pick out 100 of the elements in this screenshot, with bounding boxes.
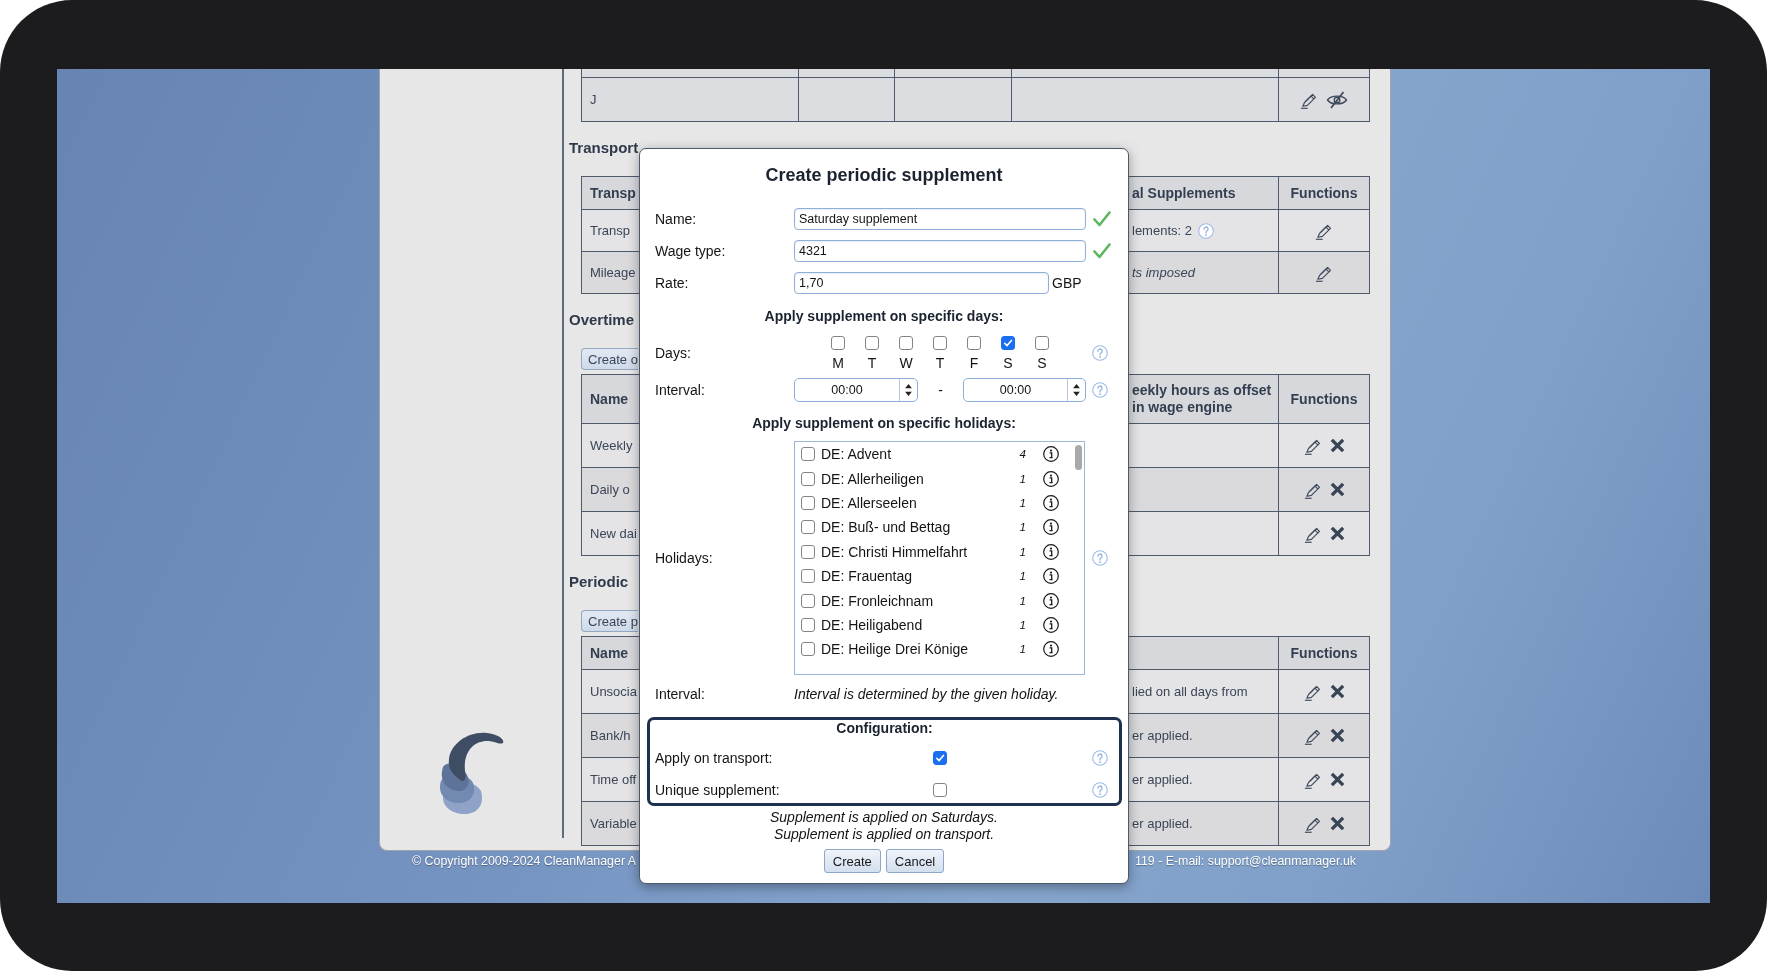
create-button[interactable]: Create o (581, 348, 638, 370)
field-label: Days: (655, 345, 692, 361)
holiday-name[interactable]: DE: Fronleichnam (821, 592, 934, 609)
input-field[interactable]: 1,70 (794, 272, 1049, 294)
field-label: Holidays: (655, 550, 714, 566)
day-label: W (899, 355, 913, 371)
info-icon[interactable] (1043, 616, 1059, 633)
info-icon[interactable] (1043, 446, 1059, 463)
dialog-title: Create periodic supplement (765, 164, 1003, 186)
option-label: Unique supplement: (655, 782, 781, 798)
checkbox[interactable] (865, 336, 879, 350)
checkbox[interactable] (1035, 336, 1049, 350)
delete-icon[interactable] (1329, 728, 1345, 743)
holiday-name[interactable]: DE: Allerheiligen (821, 470, 924, 487)
holiday-count: 1 (1019, 643, 1026, 656)
info-icon[interactable] (1043, 519, 1059, 536)
summary-text: Supplement is applied on transport. (773, 826, 995, 843)
unit-label: GBP (1052, 275, 1082, 291)
checkbox[interactable] (801, 495, 815, 510)
holiday-count: 1 (1019, 570, 1026, 583)
table-cell: er applied. (1129, 714, 1278, 757)
delete-icon[interactable] (1329, 526, 1345, 541)
section-heading: Overtime (569, 310, 635, 330)
holiday-name[interactable]: DE: Christi Himmelfahrt (821, 543, 968, 560)
eye-slash-icon[interactable] (1326, 90, 1348, 109)
holiday-count: 1 (1019, 618, 1026, 631)
input-field[interactable]: Saturday supplement (794, 208, 1086, 230)
info-icon[interactable] (1043, 568, 1059, 585)
checkbox[interactable] (801, 544, 815, 559)
field-label: Rate: (655, 275, 690, 291)
delete-icon[interactable] (1329, 684, 1345, 699)
holiday-name[interactable]: DE: Heiligabend (821, 616, 923, 633)
scrollbar[interactable] (1074, 445, 1082, 470)
holiday-name[interactable]: DE: Advent (821, 446, 892, 463)
time-field[interactable]: 00:00 (794, 378, 918, 402)
checkbox[interactable] (801, 471, 815, 486)
holiday-count: 1 (1019, 496, 1026, 509)
day-label: S (1003, 355, 1013, 371)
delete-icon[interactable] (1329, 482, 1345, 497)
range-separator: - (938, 382, 943, 398)
day-label: S (1037, 355, 1047, 371)
section-heading: Periodic (569, 572, 629, 592)
cell-text: lements: 2 (1132, 223, 1192, 238)
holiday-count: 1 (1019, 521, 1026, 534)
checkbox[interactable] (899, 336, 913, 350)
table-cell: er applied. (1129, 802, 1278, 845)
section-heading: Apply supplement on specific days: (764, 307, 1004, 326)
checkbox[interactable] (831, 336, 845, 350)
field-label: Interval: (655, 382, 706, 398)
stepper-icon[interactable] (904, 382, 913, 398)
time-field[interactable]: 00:00 (963, 378, 1086, 402)
checkbox[interactable] (801, 447, 815, 462)
table-cell: Mileage (582, 252, 639, 293)
holiday-name[interactable]: DE: Heilige Drei Könige (821, 641, 969, 658)
table-cell: Bank/h (582, 714, 639, 757)
checkbox[interactable] (933, 336, 947, 350)
holiday-name[interactable]: DE: Buß- und Bettag (821, 519, 951, 536)
table-cell: ts imposed (1129, 252, 1278, 293)
info-icon[interactable] (1043, 543, 1059, 560)
column-header: Functions (1278, 177, 1369, 209)
day-label: T (867, 355, 877, 371)
dialog-button[interactable]: Cancel (885, 849, 945, 873)
delete-icon[interactable] (1329, 438, 1345, 453)
column-header: eekly hours as offset in wage engine (1129, 375, 1278, 423)
holiday-list[interactable]: DE: Advent 4 DE: Allerheiligen 1 DE: Allerseelen 1 DE: Buß- und Bettag 1 DE: Christi Himmelfahrt 1 DE: Frauentag 1 DE: Fronleichnam 1 DE: Heiligabend 1 DE: Heilige Drei Könige 1 (794, 441, 1085, 675)
checkbox[interactable] (801, 569, 815, 584)
contact-text: 119 - E-mail: support@cleanmanager.uk (1134, 853, 1356, 870)
create-button[interactable]: Create p (581, 610, 638, 632)
holiday-count: 1 (1019, 472, 1026, 485)
table-cell: Variable (582, 802, 639, 845)
column-header: Functions (1278, 375, 1369, 423)
dialog-button[interactable]: Create (823, 849, 881, 873)
info-icon[interactable] (1043, 470, 1059, 487)
checkbox[interactable] (801, 642, 815, 657)
day-label: M (832, 355, 844, 371)
holiday-count: 4 (1019, 448, 1026, 461)
holiday-name[interactable]: DE: Frauentag (821, 568, 913, 585)
info-icon[interactable] (1043, 494, 1059, 511)
section-heading: Apply supplement on specific holidays: (752, 414, 1016, 433)
holiday-count: 1 (1019, 594, 1026, 607)
info-icon[interactable] (1043, 641, 1059, 658)
summary-text: Supplement is applied on Saturdays. (769, 809, 998, 826)
checkbox[interactable] (967, 336, 981, 350)
column-header: Name (582, 375, 639, 423)
column-header: Transp (582, 177, 639, 209)
checkbox[interactable] (933, 751, 947, 765)
column-header: Name (582, 637, 639, 669)
checkbox[interactable] (933, 783, 947, 797)
day-label: F (969, 355, 979, 371)
input-field[interactable]: 4321 (794, 240, 1086, 262)
delete-icon[interactable] (1329, 816, 1345, 831)
holiday-name[interactable]: DE: Allerseelen (821, 494, 917, 511)
field-label: Name: (655, 211, 698, 227)
info-icon[interactable] (1043, 592, 1059, 609)
delete-icon[interactable] (1329, 772, 1345, 787)
stepper-icon[interactable] (1072, 382, 1081, 398)
checkbox[interactable] (801, 520, 815, 535)
checkbox[interactable] (1001, 336, 1015, 350)
checkbox[interactable] (801, 593, 815, 608)
checkbox[interactable] (801, 617, 815, 632)
